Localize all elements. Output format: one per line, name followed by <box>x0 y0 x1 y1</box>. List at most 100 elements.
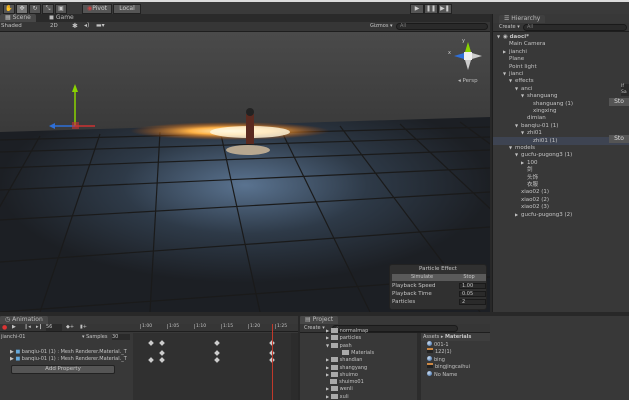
folder-arrow-icon[interactable]: ▶ <box>326 328 329 333</box>
next-key-button[interactable]: ▸❙ <box>36 324 43 330</box>
tab-animation[interactable]: ◷ Animation <box>0 316 48 324</box>
asset-label: bing <box>434 356 445 363</box>
asset-item[interactable]: 001-1 <box>427 341 449 348</box>
scale-tool-button[interactable]: ⤡ <box>42 4 54 14</box>
folder-item[interactable]: ▶ shangyang <box>326 364 367 371</box>
folder-item[interactable]: shuimo01 <box>326 379 364 385</box>
folder-scrollbar[interactable] <box>417 333 421 400</box>
scene-search-input[interactable]: All <box>396 23 488 30</box>
folder-item[interactable]: ▶ shuimo <box>326 371 358 378</box>
tab-project[interactable]: ▤ Project <box>300 316 339 324</box>
move-tool-button[interactable]: ✥ <box>16 4 28 14</box>
playback-speed-field[interactable]: 1.00 <box>459 283 486 289</box>
hand-tool-button[interactable]: ✋ <box>3 4 15 14</box>
folder-arrow-icon[interactable]: ▶ <box>326 335 329 340</box>
folder-item[interactable]: ▼ pash <box>326 342 352 349</box>
step-button[interactable]: ▶❚ <box>438 4 452 14</box>
asset-item[interactable]: bing <box>427 355 445 363</box>
simulate-button[interactable]: Simulate <box>392 274 452 281</box>
pivot-label: Pivot <box>92 5 107 12</box>
folder-item[interactable]: ▶ xuli <box>326 393 349 400</box>
asset-item[interactable]: 122(1) <box>427 348 452 355</box>
hierarchy-item-label: shanguang (1) <box>533 100 574 107</box>
rect-tool-button[interactable]: ▣ <box>55 4 67 14</box>
folder-icon <box>330 379 338 385</box>
track-row[interactable]: ▶ ■ banqiu-01 (1) : Mesh Renderer.Materi… <box>10 356 127 362</box>
folder-arrow-icon[interactable] <box>326 379 329 384</box>
hierarchy-item-label: gucfu-pugong3 (1) <box>521 152 573 159</box>
hierarchy-item-label: xiao02 (3) <box>521 204 550 211</box>
animation-toolbar: ● ▶ ❙◂ ▸❙ 56 ◆+ ▮+ 1:00 1:05 1:10 1:15 1:20 1… <box>0 324 298 332</box>
asset-label: No Name <box>434 371 458 378</box>
folder-item[interactable]: Materials <box>338 349 374 356</box>
frame-field[interactable]: 56 <box>46 324 62 331</box>
folder-item[interactable]: ▶ particles <box>326 335 361 341</box>
prev-key-button[interactable]: ❙◂ <box>24 324 31 330</box>
add-property-button[interactable]: Add Property <box>11 365 115 374</box>
folder-arrow-icon[interactable]: ▶ <box>326 394 329 399</box>
playhead[interactable] <box>272 324 273 400</box>
hierarchy-create-dropdown[interactable]: Create ▾ <box>499 24 520 30</box>
hierarchy-search-input[interactable]: All <box>523 24 627 31</box>
clip-dropdown[interactable]: jianchi-01 <box>1 333 26 341</box>
effects-dropdown-icon[interactable]: ▬▾ <box>96 22 105 29</box>
track-row[interactable]: ▶ ■ banqiu-01 (1) : Mesh Renderer.Materi… <box>10 349 127 355</box>
add-event-button[interactable]: ▮+ <box>80 324 87 330</box>
inspector-partial-4[interactable]: Sto <box>609 135 629 143</box>
tab-hierarchy[interactable]: ☰ Hierarchy <box>499 15 546 23</box>
folder-arrow-icon[interactable]: ▼ <box>326 343 329 348</box>
asset-item[interactable]: bingjingcaihui <box>427 363 470 370</box>
folder-arrow-icon[interactable]: ▶ <box>326 386 329 391</box>
hierarchy-item-label: Main Camera <box>509 41 546 48</box>
folder-label: normalmap <box>339 328 369 334</box>
breadcrumb-materials[interactable]: Materials <box>445 334 471 340</box>
playback-time-row: Playback Time 0.05 <box>392 291 486 298</box>
play-anim-button[interactable]: ▶ <box>12 324 16 330</box>
folder-item[interactable]: ▶ shandian <box>326 357 362 363</box>
shading-dropdown[interactable]: Shaded <box>1 23 22 29</box>
pivot-toggle[interactable]: ◉Pivot <box>82 4 112 14</box>
dopesheet[interactable] <box>133 324 291 400</box>
hierarchy-item-label: Plane <box>509 56 525 63</box>
hierarchy-title: Hierarchy <box>511 15 541 22</box>
project-create-dropdown[interactable]: Create ▾ <box>304 325 325 331</box>
folder-item[interactable]: ▶ wenli <box>326 386 353 392</box>
folder-icon <box>330 328 338 333</box>
rotate-tool-button[interactable]: ↻ <box>29 4 41 14</box>
create-label: Create <box>499 24 516 30</box>
folder-icon <box>330 364 338 370</box>
hierarchy-item-label: banqiu-01 (1) <box>521 122 559 129</box>
folder-arrow-icon[interactable]: ▶ <box>326 365 329 370</box>
asset-item[interactable]: No Name <box>427 370 458 378</box>
timeline-ruler[interactable]: 1:00 1:05 1:10 1:15 1:20 1:25 <box>140 324 287 332</box>
hierarchy-item-label: 剑 <box>527 167 533 174</box>
add-keyframe-button[interactable]: ◆+ <box>66 324 74 330</box>
timeline-tick-label: 1:25 <box>275 324 288 329</box>
folder-item[interactable]: ▶ normalmap <box>326 328 368 334</box>
play-button[interactable]: ▶ <box>410 4 424 14</box>
gizmo-x-label: x <box>448 50 451 56</box>
gizmos-dropdown[interactable]: Gizmos ▾ <box>370 23 393 29</box>
samples-field[interactable]: 30 <box>112 334 130 340</box>
hierarchy-item[interactable]: ▶ gucfu-pugong3 (2) <box>493 211 629 219</box>
folder-arrow-icon[interactable] <box>338 350 341 355</box>
folder-arrow-icon[interactable]: ▶ <box>326 372 329 377</box>
pause-button[interactable]: ❚❚ <box>424 4 438 14</box>
track-label: banqiu-01 (1) : Mesh Renderer.Material._… <box>21 349 127 355</box>
audio-toggle-icon[interactable]: ◂) <box>84 22 89 29</box>
inspector-partial-3[interactable]: Sto <box>609 98 629 106</box>
playback-time-field[interactable]: 0.05 <box>459 291 486 297</box>
record-button[interactable]: ● <box>2 324 7 331</box>
folder-icon <box>330 371 338 377</box>
tab-game-label: Game <box>55 14 74 21</box>
animation-scrollbar[interactable] <box>291 333 298 400</box>
playback-time-label: Playback Time <box>392 291 432 297</box>
light-toggle-icon[interactable]: ✱ <box>72 22 78 30</box>
tab-game[interactable]: ◼ Game <box>44 14 79 22</box>
folder-arrow-icon[interactable]: ▶ <box>326 357 329 362</box>
tab-scene[interactable]: ▦ Scene <box>0 14 36 22</box>
2d-toggle[interactable]: 2D <box>50 23 58 29</box>
breadcrumb-assets[interactable]: Assets <box>423 334 439 340</box>
local-toggle[interactable]: Local <box>113 4 141 14</box>
stop-button[interactable]: Stop <box>452 274 486 281</box>
